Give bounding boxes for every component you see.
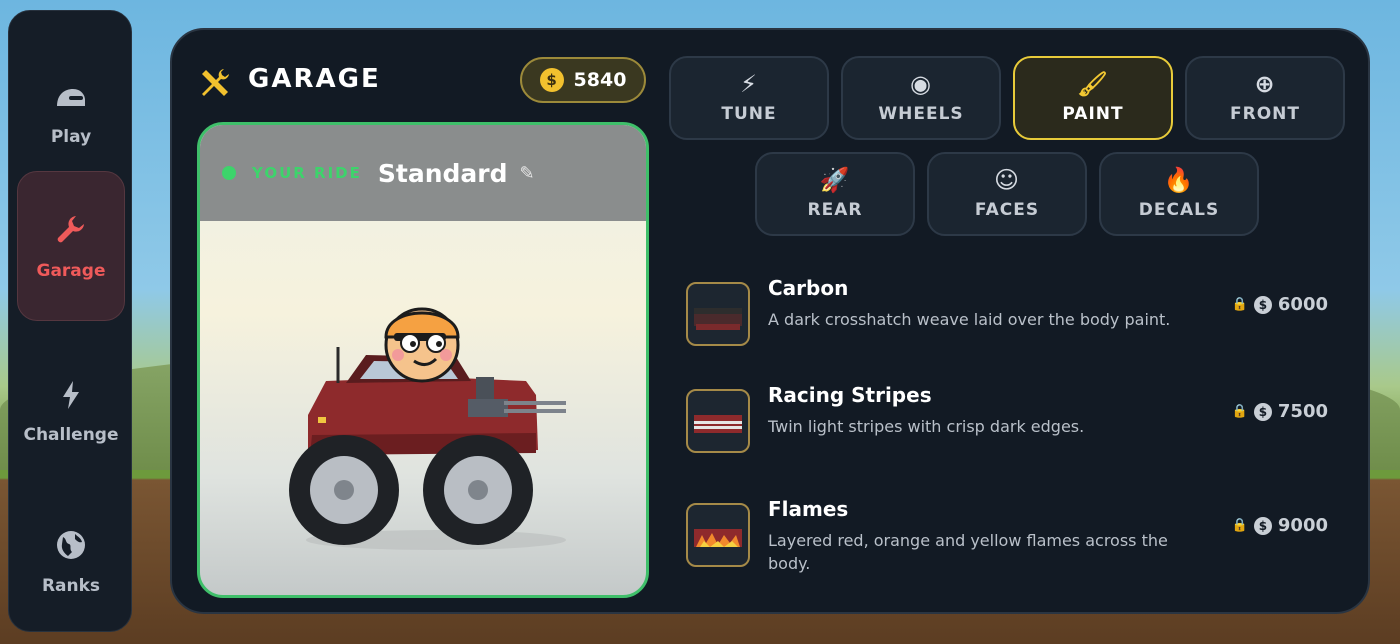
tab-paint[interactable]: 🖌 PAINT <box>1013 56 1173 140</box>
nav-item-garage[interactable]: Garage <box>17 171 125 321</box>
tab-label: FACES <box>974 200 1040 220</box>
paint-thumbnail <box>686 389 750 453</box>
tools-icon <box>198 66 232 100</box>
lock-icon: 🔒 <box>1231 404 1248 419</box>
item-description: Twin light stripes with crisp dark edges… <box>768 417 1085 436</box>
nav-item-label: Challenge <box>23 424 119 445</box>
price-value: 6000 <box>1277 294 1328 315</box>
coin-balance: $ 5840 <box>520 57 646 103</box>
helmet-icon <box>55 86 87 117</box>
tab-label: FRONT <box>1230 104 1300 124</box>
tab-label: REAR <box>807 200 863 220</box>
nav-item-ranks[interactable]: Ranks <box>17 487 125 637</box>
nav-item-label: Garage <box>36 260 106 281</box>
item-description: Layered red, orange and yellow flames ac… <box>768 531 1168 573</box>
lightning-icon: ⚡ <box>740 70 758 98</box>
tab-label: WHEELS <box>878 104 964 124</box>
coin-icon: $ <box>539 68 564 92</box>
tab-faces[interactable]: ☺ FACES <box>927 152 1087 236</box>
garage-panel: GARAGE $ 5840 YOUR RIDE Standard ✎ ⚡ TUN… <box>170 28 1370 614</box>
item-name: Carbon <box>768 276 849 300</box>
nav-item-challenge[interactable]: Challenge <box>17 337 125 487</box>
status-dot <box>222 166 236 180</box>
paint-roller-icon: 🖌 <box>1077 70 1109 98</box>
lock-icon: 🔒 <box>1231 297 1248 312</box>
item-price: 🔒 $ 7500 <box>1232 401 1328 422</box>
paint-thumbnail <box>686 503 750 567</box>
tab-wheels[interactable]: ◉ WHEELS <box>841 56 1001 140</box>
nav-item-label: Ranks <box>41 575 101 596</box>
globe-icon <box>55 529 87 566</box>
price-value: 9000 <box>1277 515 1328 536</box>
car-preview-image <box>289 307 566 550</box>
tab-rear[interactable]: 🚀 REAR <box>755 152 915 236</box>
list-item[interactable]: Carbon A dark crosshatch weave laid over… <box>686 276 1336 356</box>
tab-front[interactable]: ⊕ FRONT <box>1185 56 1345 140</box>
item-price: 🔒 $ 9000 <box>1232 515 1328 536</box>
item-name: Racing Stripes <box>768 383 932 407</box>
nav-item-label: Play <box>50 126 92 147</box>
list-item[interactable]: Flames Layered red, orange and yellow fl… <box>686 497 1336 577</box>
ride-label: YOUR RIDE <box>252 164 362 182</box>
coin-icon: $ <box>1253 295 1272 314</box>
item-description: A dark crosshatch weave laid over the bo… <box>768 310 1171 329</box>
wheel-icon: ◉ <box>910 70 932 98</box>
ride-preview: YOUR RIDE Standard ✎ <box>197 122 649 598</box>
page-title: GARAGE <box>248 64 381 94</box>
paint-thumbnail <box>686 282 750 346</box>
ride-name: Standard <box>377 158 508 188</box>
lock-icon: 🔒 <box>1231 518 1248 533</box>
pencil-icon[interactable]: ✎ <box>520 163 535 184</box>
tab-decals[interactable]: 🔥 DECALS <box>1099 152 1259 236</box>
item-name: Flames <box>768 497 849 521</box>
nav-item-play[interactable]: Play <box>17 41 125 191</box>
item-price: 🔒 $ 6000 <box>1232 294 1328 315</box>
ride-header: YOUR RIDE Standard ✎ <box>200 125 646 221</box>
list-item[interactable]: Racing Stripes Twin light stripes with c… <box>686 383 1336 463</box>
target-icon: ⊕ <box>1254 70 1276 98</box>
coin-amount: 5840 <box>573 69 627 91</box>
tab-label: DECALS <box>1138 200 1220 220</box>
face-icon: ☺ <box>993 166 1021 194</box>
fire-icon: 🔥 <box>1163 166 1195 194</box>
side-nav: Play Garage Challenge Ranks <box>8 10 132 632</box>
tab-tune[interactable]: ⚡ TUNE <box>669 56 829 140</box>
price-value: 7500 <box>1277 401 1328 422</box>
coin-icon: $ <box>1253 402 1272 421</box>
coin-icon: $ <box>1253 516 1272 535</box>
rocket-icon: 🚀 <box>819 166 851 194</box>
wrench-icon <box>54 212 88 251</box>
lightning-icon <box>61 380 81 415</box>
tab-label: TUNE <box>721 104 777 124</box>
tab-label: PAINT <box>1062 104 1124 124</box>
